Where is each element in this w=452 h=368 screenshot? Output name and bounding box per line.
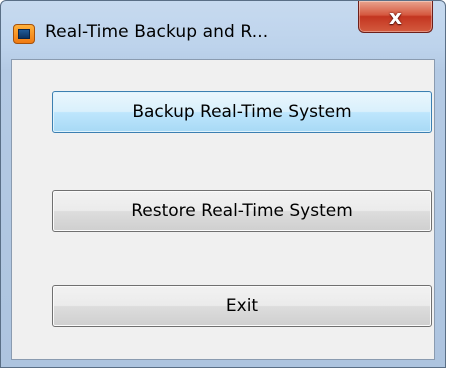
restore-button[interactable]: Restore Real-Time System	[52, 190, 432, 232]
close-icon: x	[389, 4, 402, 29]
exit-button[interactable]: Exit	[52, 285, 432, 327]
app-window: Real-Time Backup and R... x Backup Real-…	[0, 0, 446, 368]
close-button[interactable]: x	[358, 1, 433, 33]
window-title: Real-Time Backup and R...	[45, 22, 269, 42]
app-icon	[13, 24, 35, 44]
title-bar[interactable]: Real-Time Backup and R... x	[1, 1, 445, 59]
backup-button[interactable]: Backup Real-Time System	[52, 91, 432, 133]
dialog-client-area: Backup Real-Time System Restore Real-Tim…	[11, 59, 435, 360]
monitor-screen-icon-part	[18, 29, 30, 39]
